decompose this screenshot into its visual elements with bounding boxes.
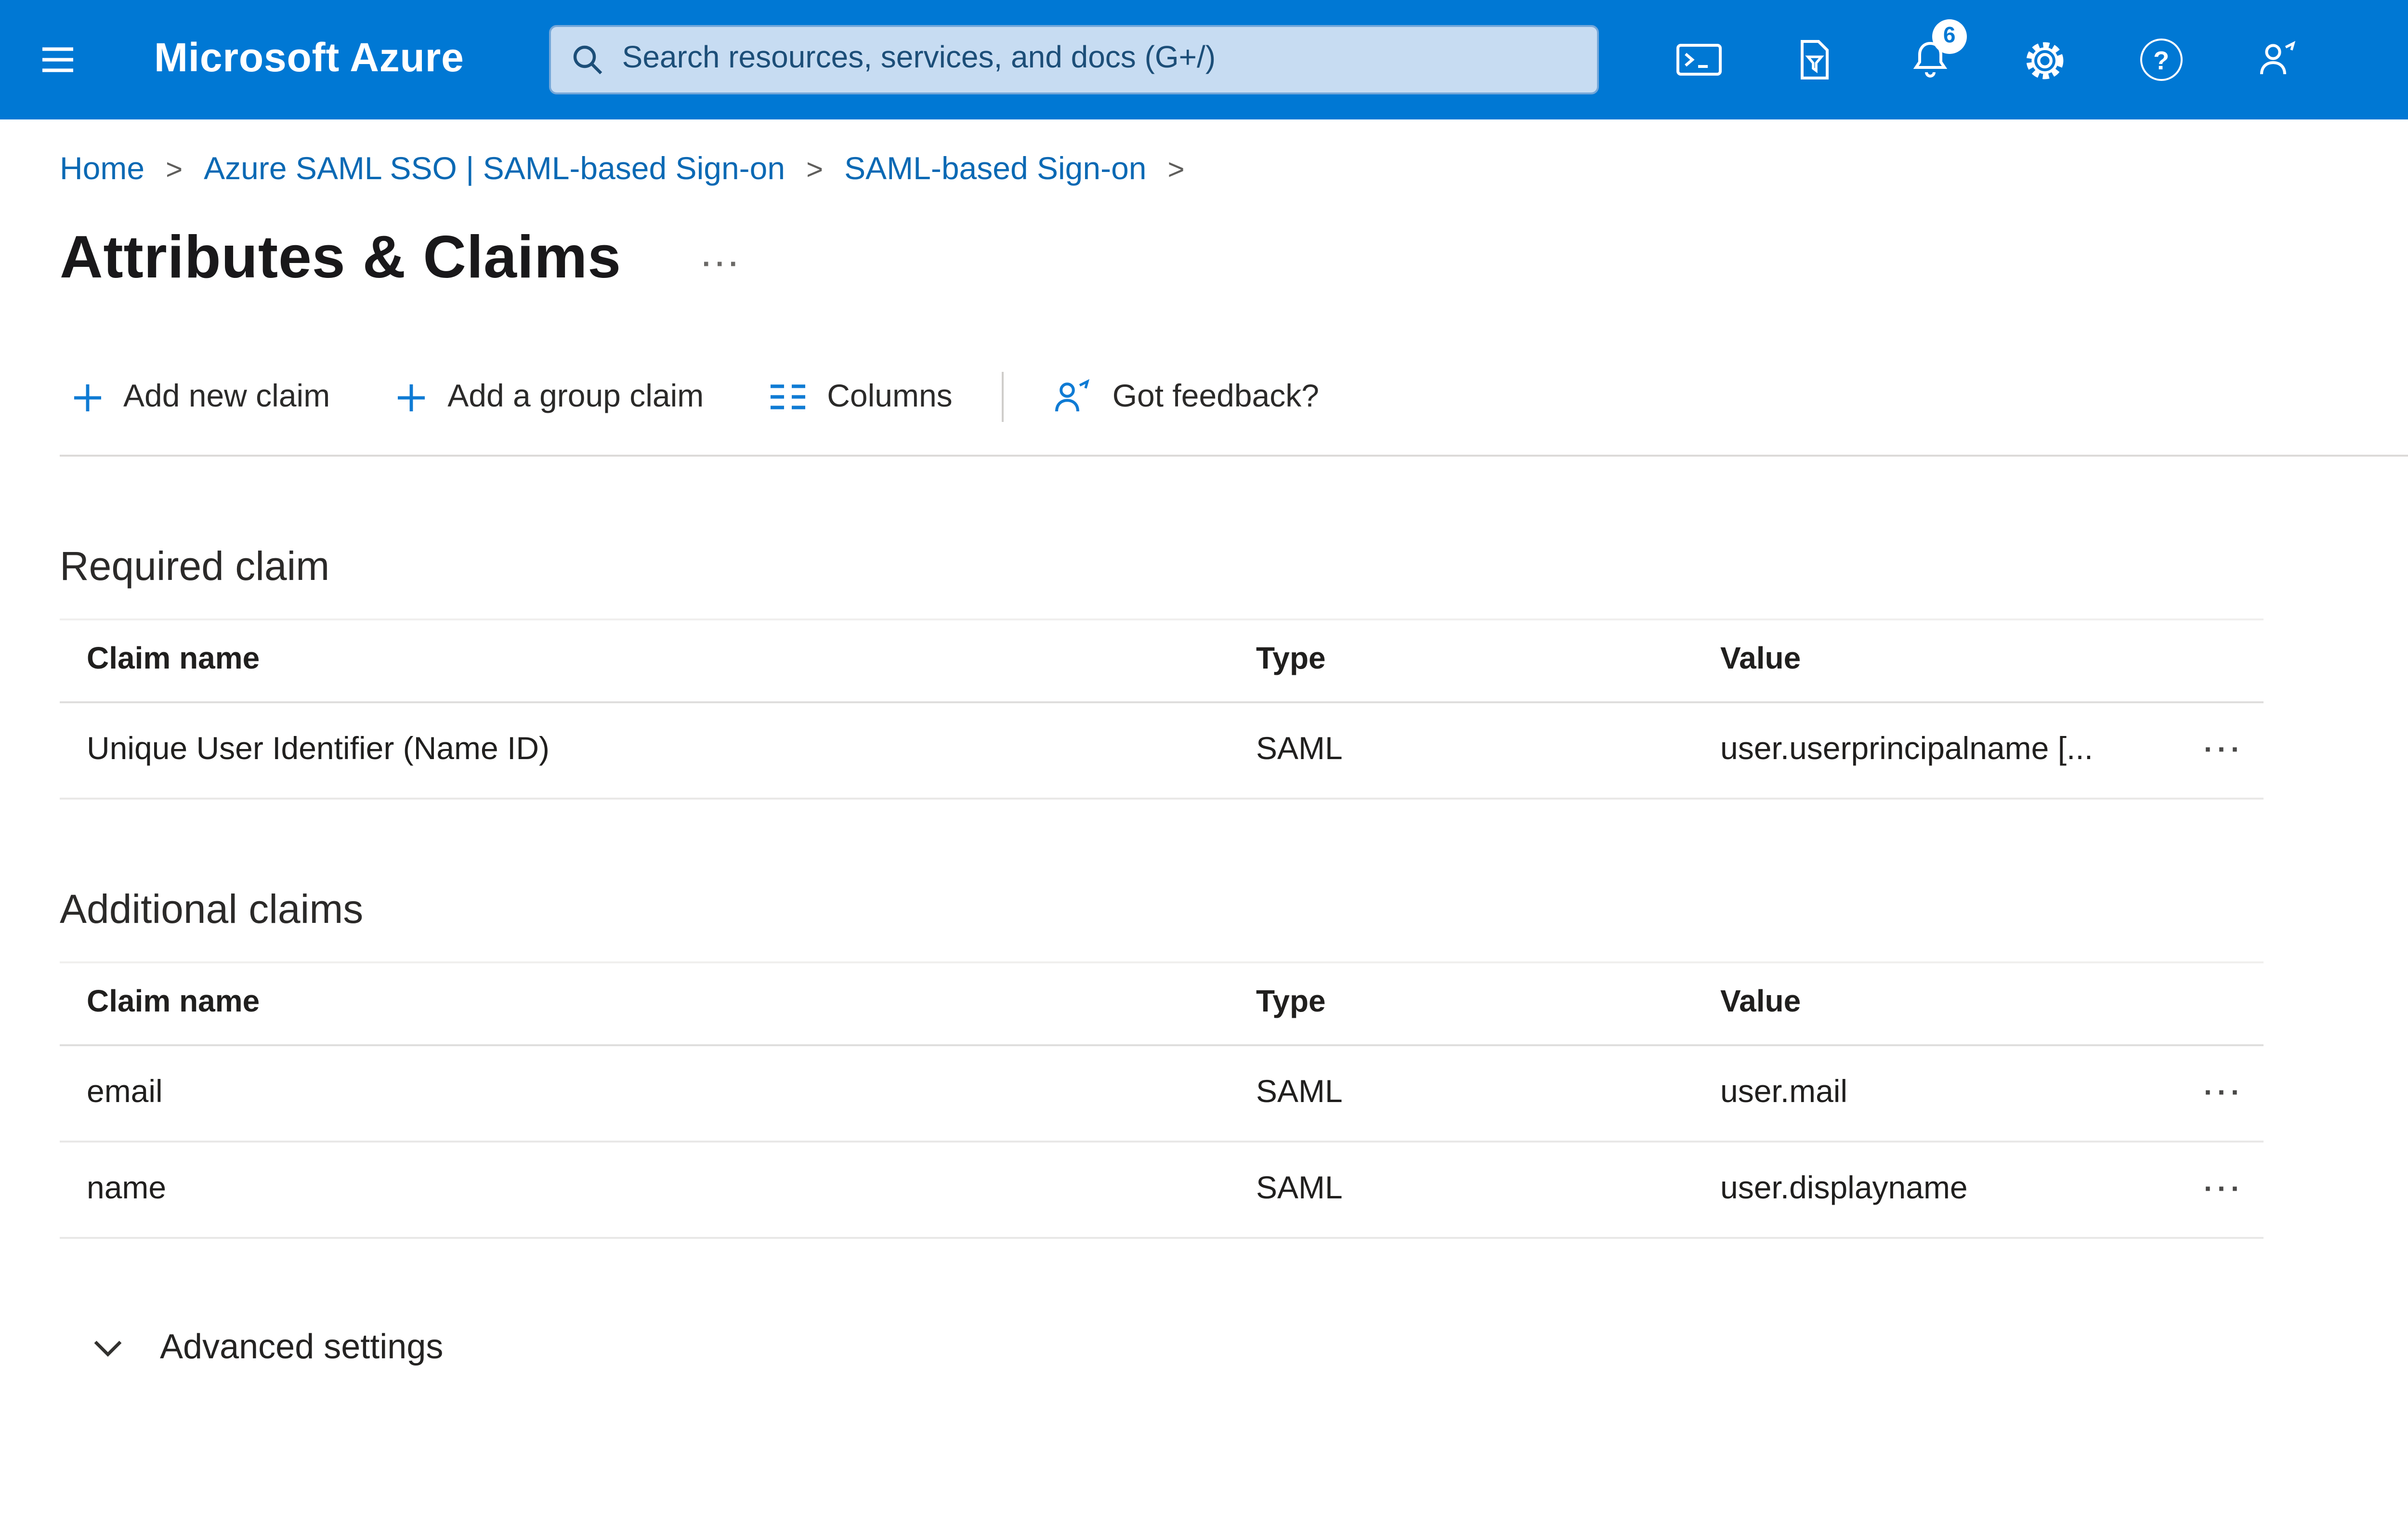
table-header-row: Claim name Type Value [60, 963, 2264, 1046]
breadcrumb-link-sso[interactable]: SAML-based Sign-on [844, 152, 1146, 189]
command-bar: Add new claim Add a group claim Columns [60, 372, 2408, 457]
add-group-claim-button[interactable]: Add a group claim [395, 379, 704, 415]
feedback-button[interactable] [2235, 17, 2319, 102]
table-row[interactable]: email SAML user.mail ··· [60, 1046, 2264, 1143]
breadcrumb-separator: > [1167, 154, 1185, 187]
gear-icon [2027, 41, 2065, 79]
directory-filter-icon [1800, 40, 1829, 79]
breadcrumb-separator: > [166, 154, 183, 187]
breadcrumb-separator: > [806, 154, 824, 187]
search-icon [573, 45, 602, 75]
advanced-settings-toggle[interactable]: Advanced settings [92, 1327, 443, 1368]
plus-icon [71, 381, 104, 413]
topbar-actions: 6 ? [1657, 17, 2319, 102]
menu-button[interactable] [0, 0, 116, 119]
help-icon: ? [2140, 39, 2183, 81]
column-header-value: Value [1720, 644, 1801, 676]
breadcrumb-link-app[interactable]: Azure SAML SSO | SAML-based Sign-on [204, 152, 785, 189]
required-claim-heading: Required claim [60, 545, 330, 590]
ellipsis-icon: ··· [2204, 1173, 2244, 1206]
claim-value-cell: user.mail [1720, 1075, 1848, 1110]
help-button[interactable]: ? [2119, 17, 2204, 102]
breadcrumb-link-home[interactable]: Home [60, 152, 144, 189]
claim-type-cell: SAML [1256, 1171, 1343, 1206]
row-actions-button[interactable]: ··· [2156, 1173, 2264, 1206]
table-header-row: Claim name Type Value [60, 620, 2264, 703]
table-row[interactable]: name SAML user.displayname ··· [60, 1143, 2264, 1239]
breadcrumb: Home > Azure SAML SSO | SAML-based Sign-… [0, 119, 2408, 189]
claim-name-cell: name [87, 1171, 167, 1206]
column-header-claim-name: Claim name [87, 644, 260, 676]
columns-button[interactable]: Columns [769, 379, 953, 415]
search-input[interactable] [622, 42, 1578, 77]
brand-title[interactable]: Microsoft Azure [154, 37, 464, 83]
terminal-icon [1676, 44, 1722, 76]
claim-value-cell: user.userprincipalname [... [1720, 732, 2094, 767]
table-row[interactable]: Unique User Identifier (Name ID) SAML us… [60, 703, 2264, 800]
claim-type-cell: SAML [1256, 732, 1343, 767]
additional-claims-heading: Additional claims [60, 888, 364, 933]
settings-button[interactable] [2003, 17, 2088, 102]
got-feedback-button[interactable]: Got feedback? [1051, 376, 1319, 418]
advanced-settings-label: Advanced settings [160, 1327, 444, 1366]
notification-badge: 6 [1932, 19, 1967, 54]
additional-claims-table: Claim name Type Value email SAML user.ma… [60, 961, 2264, 1239]
claim-value-cell: user.displayname [1720, 1171, 1968, 1206]
page-title: Attributes & Claims [60, 223, 621, 291]
chevron-down-icon [92, 1338, 123, 1357]
row-actions-button[interactable]: ··· [2156, 1077, 2264, 1110]
add-new-claim-button[interactable]: Add new claim [71, 379, 330, 415]
page-header: Attributes & Claims ··· [60, 214, 2408, 302]
ellipsis-icon: ··· [2204, 1077, 2244, 1110]
topbar: Microsoft Azure Search resources, servic… [0, 0, 2408, 119]
feedback-person-icon [2260, 41, 2295, 75]
row-actions-button[interactable]: ··· [2156, 734, 2264, 767]
ellipsis-icon: ··· [702, 248, 743, 280]
required-claim-table: Claim name Type Value Unique User Identi… [60, 618, 2264, 800]
column-header-type: Type [1256, 986, 1326, 1019]
page-context-menu-button[interactable]: ··· [702, 236, 743, 280]
hamburger-icon [42, 47, 73, 72]
claim-type-cell: SAML [1256, 1075, 1343, 1110]
directories-subscriptions-button[interactable] [1772, 17, 1857, 102]
plus-icon [395, 381, 428, 413]
claim-name-cell: email [87, 1075, 163, 1110]
column-header-type: Type [1256, 644, 1326, 676]
cloud-shell-button[interactable] [1657, 17, 1741, 102]
columns-icon [769, 381, 808, 412]
global-search [549, 25, 1599, 94]
feedback-person-icon [1051, 376, 1093, 418]
column-header-value: Value [1720, 986, 1801, 1019]
notifications-button[interactable]: 6 [1888, 17, 1973, 102]
claim-name-cell: Unique User Identifier (Name ID) [87, 732, 550, 767]
toolbar-divider [1002, 372, 1005, 422]
ellipsis-icon: ··· [2204, 734, 2244, 767]
column-header-claim-name: Claim name [87, 986, 260, 1019]
